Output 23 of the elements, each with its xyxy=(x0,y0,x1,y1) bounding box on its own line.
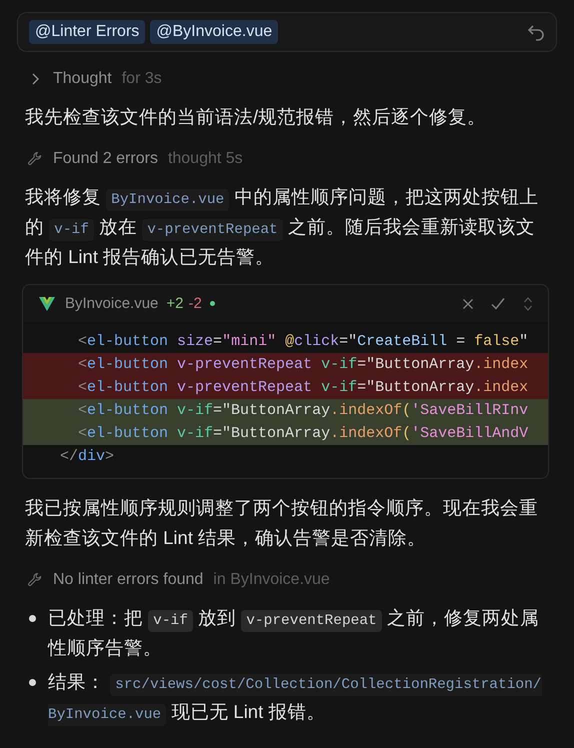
code-line: </div> xyxy=(59,447,116,467)
vue-logo-icon xyxy=(39,296,55,312)
context-chip[interactable]: @Linter Errors xyxy=(29,20,146,44)
wrench-icon xyxy=(27,572,43,588)
message-text: 我将修复 ByInvoice.vue 中的属性顺序问题，把这两处按钮上的 v-if 放在 v-preventRepeat 之前。随后我会重新读取该文件的 Lint 报告确认已无告警。 xyxy=(25,185,540,269)
status-label: No linter errors found xyxy=(53,571,204,589)
status-detail: in ByInvoice.vue xyxy=(213,571,330,589)
message-text: 我已按属性顺序规则调整了两个按钮的指令顺序。现在我会重新检查该文件的 Lint 结果，确认告警是否清除。 xyxy=(25,496,539,550)
file-name: ByInvoice.vue xyxy=(65,295,158,312)
status-label: Found 2 errors xyxy=(53,150,158,168)
message-text: 我先检查该文件的当前语法/规范报错，然后逐个修复。 xyxy=(25,105,488,129)
bullet-dot xyxy=(29,679,36,686)
code-line: <el-button size="mini" @click="CreateBill = false" xyxy=(77,332,530,352)
check-icon[interactable] xyxy=(490,296,506,312)
status-detail: for 3s xyxy=(122,70,162,88)
list-item-text: 已处理：把 v-if 放到 v-preventRepeat 之前，修复两处属性顺序告警。 xyxy=(48,606,540,660)
removed-count: -2 xyxy=(188,295,202,312)
wrench-icon xyxy=(27,151,43,167)
added-count: +2 xyxy=(166,295,184,312)
status-detail: thought 5s xyxy=(168,150,243,168)
bullet-dot xyxy=(29,615,36,622)
context-chip[interactable]: @ByInvoice.vue xyxy=(150,20,278,44)
status-label[interactable]: Thought xyxy=(53,70,112,88)
